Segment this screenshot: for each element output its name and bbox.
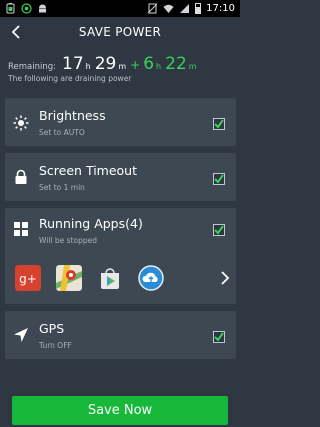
remaining-minutes: 29 bbox=[94, 54, 117, 74]
checkmark-icon bbox=[214, 119, 224, 129]
screen-timeout-title: Screen Timeout bbox=[39, 163, 138, 178]
brightness-card: Brightness Set to AUTO bbox=[5, 98, 236, 146]
screen-timeout-checkbox[interactable] bbox=[213, 173, 225, 185]
top-bar: SAVE POWER bbox=[0, 17, 240, 47]
cloud-app-icon[interactable] bbox=[138, 265, 164, 291]
checkmark-icon bbox=[214, 174, 224, 184]
plus-sign: + bbox=[130, 58, 141, 72]
brightness-icon bbox=[13, 115, 29, 131]
apps-grid-icon bbox=[14, 222, 28, 236]
google-plus-icon[interactable]: g+ bbox=[15, 265, 41, 291]
running-apps-card: Running Apps(4) Will be stopped g+ bbox=[5, 208, 236, 304]
minutes-unit: m bbox=[118, 62, 127, 71]
gps-checkbox[interactable] bbox=[213, 331, 225, 343]
wifi-icon bbox=[163, 4, 174, 13]
svg-text:g+: g+ bbox=[19, 272, 37, 286]
running-apps-subtitle: Will be stopped bbox=[39, 236, 97, 245]
clock: 17:10 bbox=[206, 3, 235, 14]
checkmark-icon bbox=[214, 332, 224, 342]
battery-icon bbox=[195, 3, 202, 14]
battery-saver-icon bbox=[6, 3, 15, 14]
no-sim-icon bbox=[147, 3, 158, 14]
app-notification-icon bbox=[21, 3, 32, 14]
checkmark-icon bbox=[214, 225, 224, 235]
brightness-subtitle: Set to AUTO bbox=[39, 128, 85, 137]
running-apps-title: Running Apps(4) bbox=[39, 216, 143, 231]
gps-card: GPS Turn OFF bbox=[5, 311, 236, 359]
remaining-label: Remaining: bbox=[8, 62, 56, 72]
running-apps-checkbox[interactable] bbox=[213, 224, 225, 236]
chevron-right-icon[interactable] bbox=[220, 270, 230, 286]
running-apps-list: g+ bbox=[15, 263, 230, 293]
maps-icon[interactable] bbox=[56, 265, 82, 291]
extra-minutes: 22 bbox=[165, 54, 187, 74]
play-store-icon[interactable] bbox=[97, 265, 123, 291]
gps-title: GPS bbox=[39, 321, 65, 336]
drain-note: The following are draining power bbox=[8, 74, 132, 83]
back-arrow-icon bbox=[11, 25, 20, 39]
brightness-title: Brightness bbox=[39, 108, 106, 123]
remaining-time: Remaining: 17 h 29 m + 6 h 22 m bbox=[8, 54, 236, 74]
screen-timeout-subtitle: Set to 1 min bbox=[39, 183, 85, 192]
remaining-hours: 17 bbox=[62, 54, 84, 74]
lock-icon bbox=[15, 169, 27, 184]
signal-icon bbox=[180, 4, 190, 13]
back-button[interactable] bbox=[4, 17, 28, 47]
gps-subtitle: Turn OFF bbox=[39, 341, 72, 350]
navigation-arrow-icon bbox=[14, 328, 28, 342]
extra-hours-unit: h bbox=[156, 62, 162, 71]
extra-minutes-unit: m bbox=[188, 62, 197, 71]
hours-unit: h bbox=[85, 62, 91, 71]
brightness-checkbox[interactable] bbox=[213, 118, 225, 130]
extra-hours: 6 bbox=[143, 54, 155, 74]
page-title: SAVE POWER bbox=[78, 25, 162, 39]
status-bar: 17:10 bbox=[0, 0, 240, 17]
screen-timeout-card: Screen Timeout Set to 1 min bbox=[5, 153, 236, 201]
save-now-button[interactable]: Save Now bbox=[12, 396, 228, 425]
android-icon bbox=[39, 4, 46, 13]
